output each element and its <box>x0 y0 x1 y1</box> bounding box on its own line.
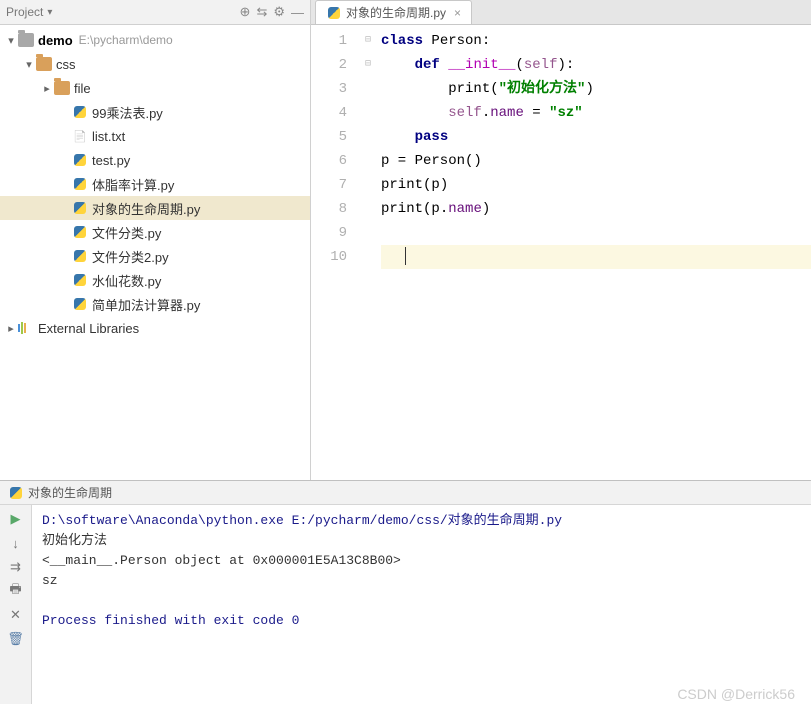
tree-folder-css[interactable]: css <box>0 52 310 76</box>
tree-file[interactable]: 99乘法表.py <box>0 100 310 124</box>
tree-root[interactable]: demo E:\pycharm\demo <box>0 28 310 52</box>
line-gutter: 12345678910 <box>311 25 361 480</box>
tree-file-current[interactable]: 对象的生命周期.py <box>0 196 310 220</box>
folder-label: css <box>56 57 76 72</box>
python-file-icon <box>72 153 88 167</box>
print-button[interactable]: 🖶 <box>6 581 26 601</box>
python-file-icon <box>72 225 88 239</box>
collapse-icon[interactable]: ⇆ <box>256 4 267 20</box>
python-file-icon <box>8 486 24 500</box>
console-line: <__main__.Person object at 0x000001E5A13… <box>42 553 401 568</box>
external-label: External Libraries <box>38 321 139 336</box>
folder-icon <box>18 33 34 47</box>
tree-file[interactable]: 水仙花数.py <box>0 268 310 292</box>
python-file-icon <box>72 105 88 119</box>
console-output[interactable]: D:\software\Anaconda\python.exe E:/pycha… <box>32 505 811 704</box>
folder-label: file <box>74 81 91 96</box>
tab-label: 对象的生命周期.py <box>346 4 446 21</box>
tree-folder-file[interactable]: file <box>0 76 310 100</box>
rerun-button[interactable]: ▶ <box>6 509 26 529</box>
root-name: demo <box>38 33 73 48</box>
expand-icon[interactable] <box>22 58 36 71</box>
editor-tabs: 对象的生命周期.py × <box>311 0 811 25</box>
watermark: CSDN @Derrick56 <box>677 686 795 702</box>
tree-file[interactable]: 简单加法计算器.py <box>0 292 310 316</box>
tree-external-libs[interactable]: External Libraries <box>0 316 310 340</box>
expand-icon[interactable] <box>40 82 54 95</box>
editor-area: 对象的生命周期.py × 12345678910 ⊟⊟ class Person… <box>311 0 811 480</box>
tree-file[interactable]: list.txt <box>0 124 310 148</box>
tab-current-file[interactable]: 对象的生命周期.py × <box>315 0 472 24</box>
expand-icon[interactable] <box>4 34 18 47</box>
root-path: E:\pycharm\demo <box>79 33 173 47</box>
close-icon[interactable]: × <box>454 6 461 20</box>
python-file-icon <box>72 201 88 215</box>
fold-column: ⊟⊟ <box>361 25 375 480</box>
run-tab-header[interactable]: 对象的生命周期 <box>0 481 811 505</box>
sidebar-title: Project <box>6 5 43 19</box>
console-command: D:\software\Anaconda\python.exe E:/pycha… <box>42 513 562 528</box>
code-content[interactable]: class Person: def __init__(self): print(… <box>375 25 811 480</box>
tree-file[interactable]: 体脂率计算.py <box>0 172 310 196</box>
stop-button[interactable]: ↓ <box>6 533 26 553</box>
tree-file[interactable]: 文件分类2.py <box>0 244 310 268</box>
tree-file[interactable]: test.py <box>0 148 310 172</box>
sidebar-header: Project ▾ ⊕ ⇆ ⚙ — <box>0 0 310 25</box>
trash-button[interactable]: 🗑 <box>6 629 26 649</box>
project-tree: demo E:\pycharm\demo css file 99乘法表.py l… <box>0 25 310 343</box>
run-toolbar: ▶ ↓ ⇉ 🖶 ✕ 🗑 <box>0 505 32 704</box>
libraries-icon <box>18 321 34 335</box>
folder-icon <box>36 57 52 71</box>
chevron-down-icon[interactable]: ▾ <box>47 7 52 18</box>
python-file-icon <box>72 249 88 263</box>
python-file-icon <box>72 177 88 191</box>
console-exit: Process finished with exit code 0 <box>42 613 299 628</box>
target-icon[interactable]: ⊕ <box>240 4 251 20</box>
gear-icon[interactable]: ⚙ <box>273 4 285 20</box>
tree-file[interactable]: 文件分类.py <box>0 220 310 244</box>
close-button[interactable]: ✕ <box>6 605 26 625</box>
run-panel: 对象的生命周期 ▶ ↓ ⇉ 🖶 ✕ 🗑 D:\software\Anaconda… <box>0 480 811 704</box>
expand-icon[interactable] <box>4 322 18 335</box>
python-file-icon <box>72 297 88 311</box>
code-editor[interactable]: 12345678910 ⊟⊟ class Person: def __init_… <box>311 25 811 480</box>
text-cursor <box>405 247 406 265</box>
console-line: sz <box>42 573 58 588</box>
folder-icon <box>54 81 70 95</box>
python-file-icon <box>72 273 88 287</box>
run-tab-label: 对象的生命周期 <box>28 484 112 501</box>
console-line: 初始化方法 <box>42 533 107 548</box>
text-file-icon <box>72 129 88 143</box>
project-sidebar: Project ▾ ⊕ ⇆ ⚙ — demo E:\pycharm\demo c… <box>0 0 311 480</box>
hide-icon[interactable]: — <box>291 5 304 20</box>
toggle-button[interactable]: ⇉ <box>6 557 26 577</box>
python-file-icon <box>326 6 342 20</box>
